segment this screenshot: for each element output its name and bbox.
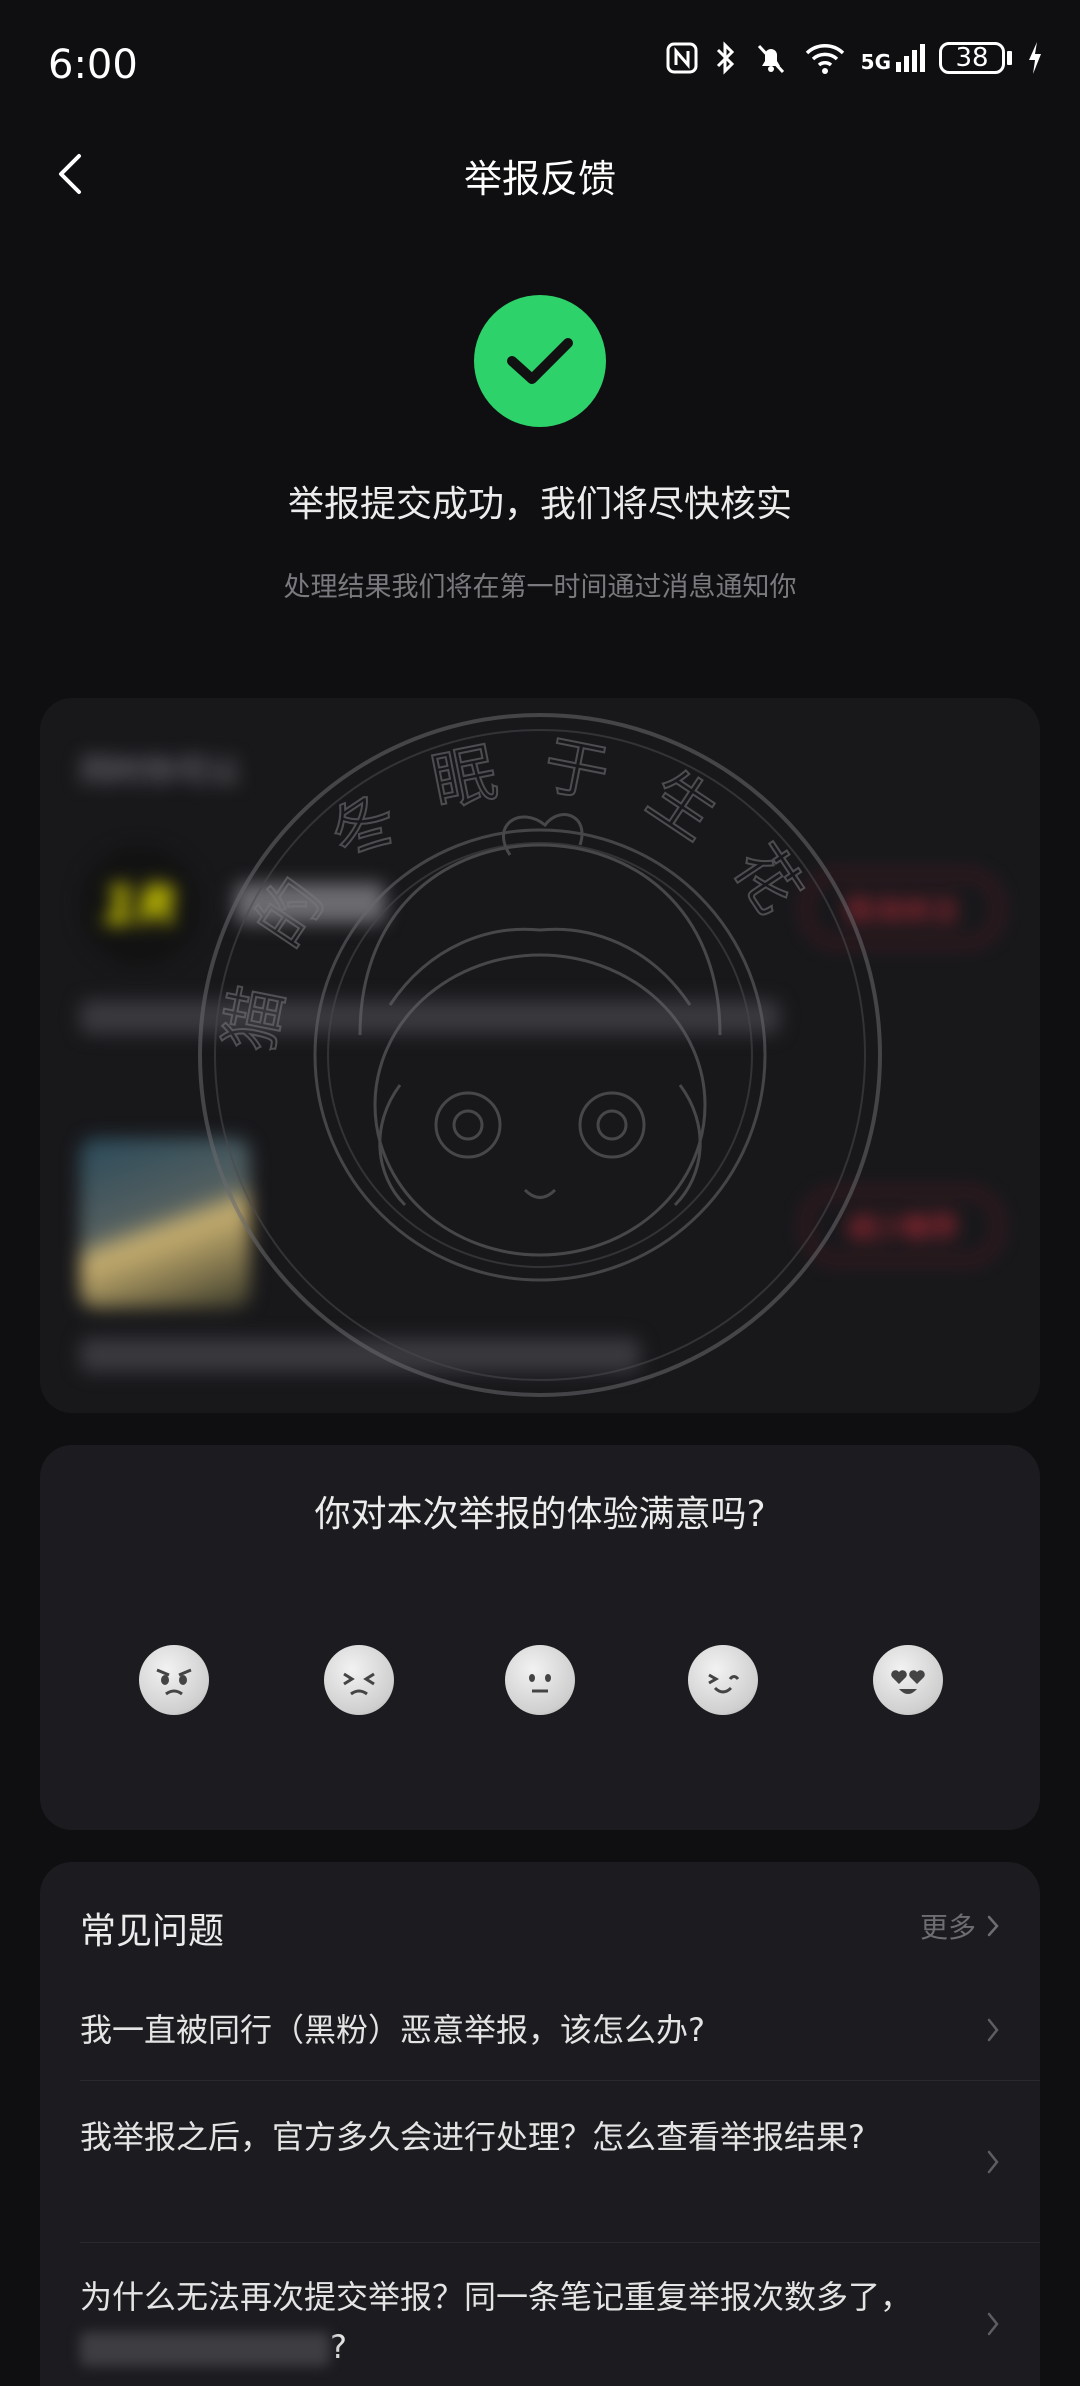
faq-title: 常见问题 [80,1911,225,1952]
angry-face-icon [156,1668,192,1696]
mute-bell-icon [757,44,784,74]
account-description-placeholder [80,1000,780,1034]
faq-item-text-end: ? [330,2328,347,2366]
chevron-right-icon [987,2018,999,2042]
heart-eyes-face-icon [891,1670,925,1694]
dissatisfied-face-icon[interactable] [324,1645,394,1715]
status-time: 6:00 [48,42,138,88]
blurred-content: 同时你可以 1R 取消关注 减少推荐 [40,698,1040,1413]
rating-faces [40,1645,1040,1717]
chevron-right-icon [987,2150,999,2174]
note-thumbnail [80,1138,250,1308]
cellular-signal-icon: 5G [861,44,925,72]
neutral-face-icon[interactable] [505,1645,575,1715]
very-dissatisfied-face-icon[interactable] [139,1645,209,1715]
faq-item-3[interactable]: 为什么无法再次提交举报？同一条笔记重复举报次数多了，? [80,2244,1040,2386]
redacted-text [80,2332,330,2366]
very-satisfied-face-icon[interactable] [873,1645,943,1715]
satisfaction-card: 你对本次举报的体验满意吗? [40,1445,1040,1830]
success-title: 举报提交成功，我们将尽快核实 [287,484,792,525]
faq-item-text-wrapper: 为什么无法再次提交举报？同一条笔记重复举报次数多了，? [80,2244,960,2372]
battery-indicator: 38 [939,42,1012,74]
reduce-recommendation-button[interactable]: 减少推荐 [804,1190,1000,1262]
faq-item-1[interactable]: 我一直被同行（黑粉）恶意举报，该怎么办? [80,1980,1040,2081]
satisfied-face-icon[interactable] [688,1645,758,1715]
chevron-right-icon [987,1915,999,1937]
success-subtitle: 处理结果我们将在第一时间通过消息通知你 [283,572,797,603]
account-avatar: 1R [80,846,200,966]
faq-item-text: 为什么无法再次提交举报？同一条笔记重复举报次数多了， [80,2278,913,2316]
report-feedback-page: 6:00 5G 38 举报反馈 举报提交成功，我们将尽快核实 处理结果我们将在第… [0,0,1080,2386]
wifi-icon [805,44,844,74]
note-description-placeholder [80,1338,640,1372]
status-bar: 6:00 5G 38 [0,0,1080,140]
faq-item-2[interactable]: 我举报之后，官方多久会进行处理？怎么查看举报结果? [80,2082,1040,2243]
faq-card: 常见问题 更多 我一直被同行（黑粉）恶意举报，该怎么办? 我举报之后，官方多久会… [40,1862,1040,2386]
battery-level: 38 [939,42,1005,74]
satisfaction-question: 你对本次举报的体验满意吗? [314,1494,766,1535]
charging-icon [1029,42,1041,74]
network-type-label: 5G [860,50,891,74]
nfc-icon [666,42,698,74]
unfollow-button[interactable]: 取消关注 [804,873,1000,945]
status-icons: 5G 38 [665,40,1044,76]
page-title: 举报反馈 [463,157,616,201]
faq-item-text: 我举报之后，官方多久会进行处理？怎么查看举报结果? [80,2118,865,2156]
smile-face-icon [708,1673,740,1694]
neutral-expression-icon [529,1674,551,1693]
squint-face-icon [343,1672,375,1696]
account-name-placeholder [235,883,385,923]
faq-more-link[interactable]: 更多 [920,1906,1000,1946]
chevron-right-icon [987,2312,999,2336]
recommendation-card: 同时你可以 1R 取消关注 减少推荐 [40,698,1040,1413]
nav-header: 举报反馈 [0,130,1080,220]
recommendation-heading: 同时你可以 [80,752,241,790]
bluetooth-icon [716,41,734,75]
faq-item-text: 我一直被同行（黑粉）恶意举报，该怎么办? [80,2011,705,2049]
check-icon [507,338,573,384]
success-check-badge [474,295,606,427]
faq-more-label: 更多 [919,1911,976,1944]
